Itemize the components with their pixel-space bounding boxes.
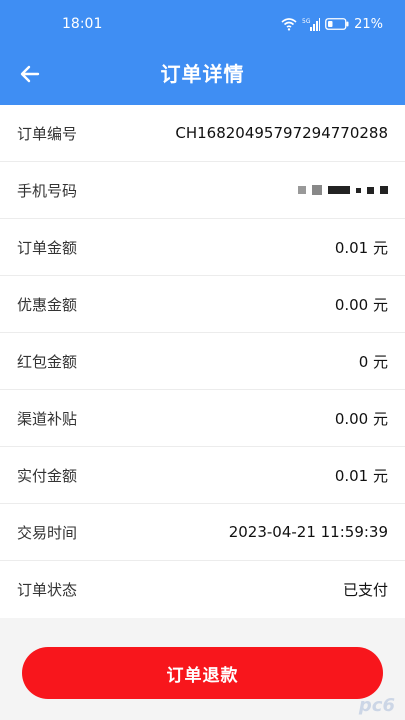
paid-amount-value: 0.01 元: [334, 466, 388, 485]
status-time: 18:01: [62, 16, 103, 32]
row-label: 手机号码: [17, 181, 78, 200]
order-detail-list: 订单编号 CH16820495797294770288 手机号码 订单金额 0.…: [0, 105, 405, 618]
bottom-action-bar: 订单退款 pc6: [0, 625, 405, 720]
order-status-value: 已支付: [342, 581, 388, 599]
watermark-logo: pc6: [358, 695, 395, 716]
row-order-number: 订单编号 CH16820495797294770288: [0, 105, 405, 162]
row-channel-subsidy: 渠道补贴 0.00 元: [0, 390, 405, 447]
order-number-value: CH16820495797294770288: [175, 124, 388, 142]
row-paid-amount: 实付金额 0.01 元: [0, 447, 405, 504]
red-packet-amount-value: 0 元: [358, 352, 388, 371]
row-label: 渠道补贴: [17, 409, 78, 428]
page-title: 订单详情: [160, 62, 245, 86]
row-label: 订单金额: [17, 238, 78, 257]
battery-percent: 21%: [354, 16, 383, 32]
row-order-status: 订单状态 已支付: [0, 561, 405, 618]
svg-text:5G: 5G: [302, 18, 311, 25]
row-discount-amount: 优惠金额 0.00 元: [0, 276, 405, 333]
row-label: 红包金额: [17, 352, 78, 371]
row-phone: 手机号码: [0, 162, 405, 219]
order-refund-button[interactable]: 订单退款: [22, 647, 383, 699]
app-header: 18:01 5G 21% 订单详情: [0, 0, 405, 105]
row-label: 优惠金额: [17, 295, 78, 314]
wifi-icon: [281, 18, 297, 31]
row-label: 实付金额: [17, 466, 78, 485]
masked-phone-value: [298, 185, 388, 195]
channel-subsidy-value: 0.00 元: [334, 409, 388, 428]
row-label: 交易时间: [17, 523, 78, 542]
order-amount-value: 0.01 元: [334, 238, 388, 257]
signal-icon: 5G: [302, 18, 321, 31]
status-bar: 18:01 5G 21%: [0, 0, 405, 48]
row-label: 订单状态: [17, 581, 78, 599]
transaction-time-value: 2023-04-21 11:59:39: [228, 523, 388, 541]
status-icons: 5G 21%: [281, 14, 383, 34]
row-transaction-time: 交易时间 2023-04-21 11:59:39: [0, 504, 405, 561]
discount-amount-value: 0.00 元: [334, 295, 388, 314]
row-label: 订单编号: [17, 124, 78, 143]
row-order-amount: 订单金额 0.01 元: [0, 219, 405, 276]
battery-icon: [325, 18, 349, 30]
row-red-packet-amount: 红包金额 0 元: [0, 333, 405, 390]
